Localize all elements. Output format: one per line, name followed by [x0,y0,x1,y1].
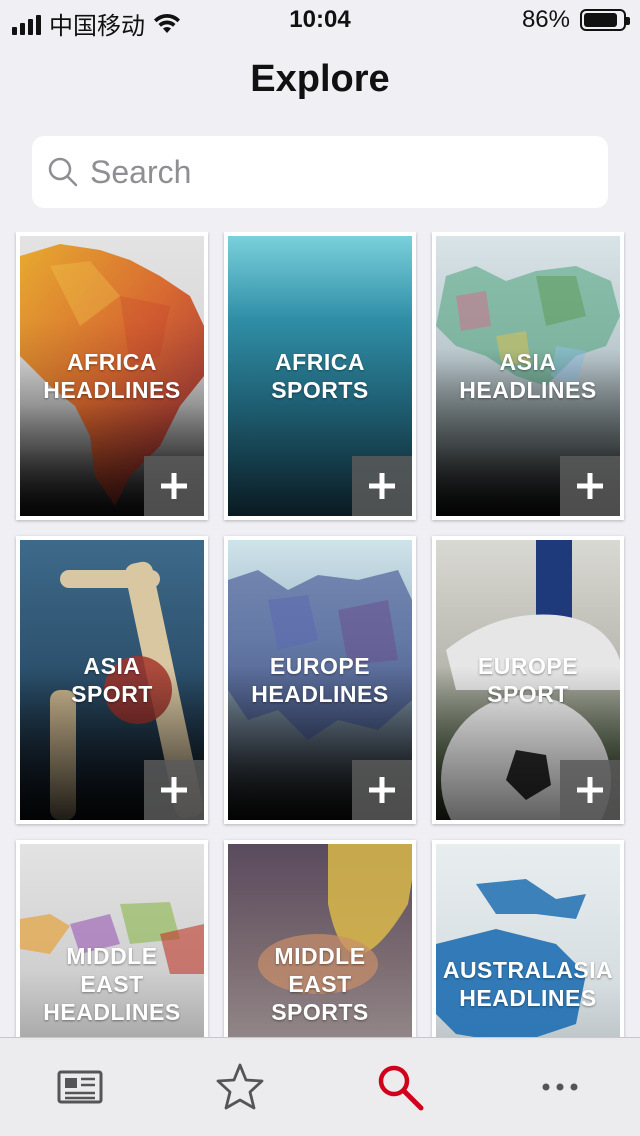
newspaper-icon [57,1070,103,1104]
tab-more[interactable] [480,1038,640,1136]
plus-icon [161,473,187,499]
tile-image: AFRICA HEADLINES [20,236,204,516]
plus-icon [577,473,603,499]
tile-label: AUSTRALASIA HEADLINES [442,957,614,1011]
tile-image: ASIA SPORT [20,540,204,820]
tile-europe-headlines[interactable]: EUROPE HEADLINES [224,536,416,824]
tile-africa-sports[interactable]: AFRICA SPORTS [224,232,416,520]
category-grid: AFRICA HEADLINES AFRICA SPORTS ASIA HEAD… [0,232,640,1040]
add-button[interactable] [352,456,412,516]
status-right: 86% [521,6,630,34]
tile-label: MIDDLE EAST HEADLINES [43,943,181,1025]
tab-explore[interactable] [320,1038,480,1136]
tile-label: ASIA HEADLINES [459,349,597,403]
search-input[interactable]: Search [32,136,608,208]
page-title: Explore [250,58,390,100]
search-icon [48,157,78,187]
search-icon [378,1065,424,1111]
plus-icon [161,777,187,803]
plus-icon [577,777,603,803]
tab-news[interactable] [0,1038,160,1136]
battery-percent: 86% [521,6,570,33]
tile-image: MIDDLE EAST SPORTS [228,844,412,1040]
add-button[interactable] [144,456,204,516]
tile-image: ASIA HEADLINES [436,236,620,516]
battery-cap [626,17,630,25]
star-icon [216,1063,264,1110]
add-button[interactable] [352,760,412,820]
tab-favorites[interactable] [160,1038,320,1136]
tile-image: EUROPE HEADLINES [228,540,412,820]
plus-icon [369,777,395,803]
tile-image: MIDDLE EAST HEADLINES [20,844,204,1040]
add-button[interactable] [144,760,204,820]
add-button[interactable] [560,456,620,516]
tile-label: AFRICA HEADLINES [43,349,181,403]
battery-icon [580,9,630,31]
status-bar: 中国移动 10:04 86% [0,0,640,40]
plus-icon [369,473,395,499]
tab-bar [0,1037,640,1136]
battery-fill [584,13,617,27]
tile-australasia-headlines[interactable]: AUSTRALASIA HEADLINES [432,840,624,1040]
add-button[interactable] [560,760,620,820]
tile-asia-headlines[interactable]: ASIA HEADLINES [432,232,624,520]
tile-image: EUROPE SPORT [436,540,620,820]
tile-label: MIDDLE EAST SPORTS [271,943,369,1025]
tile-label: AFRICA SPORTS [271,349,369,403]
tile-middle-east-headlines[interactable]: MIDDLE EAST HEADLINES [16,840,208,1040]
tile-label: ASIA SPORT [71,653,153,707]
tile-middle-east-sports[interactable]: MIDDLE EAST SPORTS [224,840,416,1040]
tile-image: AFRICA SPORTS [228,236,412,516]
more-icon [542,1083,578,1091]
tile-image: AUSTRALASIA HEADLINES [436,844,620,1040]
tile-europe-sport[interactable]: EUROPE SPORT [432,536,624,824]
tile-label: EUROPE HEADLINES [251,653,389,707]
tile-africa-headlines[interactable]: AFRICA HEADLINES [16,232,208,520]
search-placeholder: Search [90,153,192,190]
tile-label: EUROPE SPORT [477,653,579,707]
tile-asia-sport[interactable]: ASIA SPORT [16,536,208,824]
